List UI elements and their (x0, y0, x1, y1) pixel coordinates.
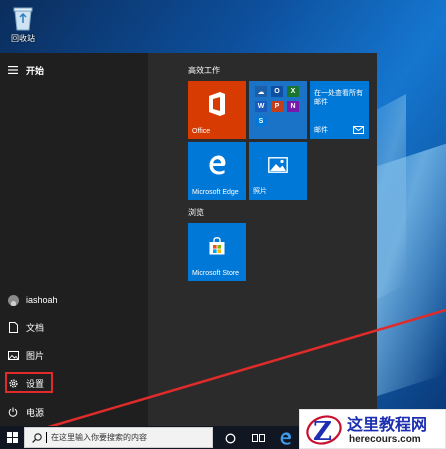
edge-logo-icon (209, 155, 226, 175)
task-view-icon (251, 434, 265, 442)
rail-item-power[interactable]: 电源 (0, 399, 148, 425)
tile-photos[interactable]: 照片 (249, 142, 307, 200)
tile-photos-label: 照片 (253, 188, 267, 195)
pictures-label: 图片 (26, 350, 45, 361)
rail-item-pictures[interactable]: 图片 (0, 342, 148, 368)
start-header-label: 开始 (26, 65, 45, 76)
power-label: 电源 (26, 407, 45, 418)
onedrive-icon: ☁ (255, 86, 267, 97)
mail-envelope-icon (353, 126, 364, 134)
tile-office-label: Office (192, 128, 211, 135)
tile-edge-label: Microsoft Edge (192, 189, 239, 196)
office-logo-icon (209, 92, 225, 116)
tile-store-label: Microsoft Store (192, 270, 240, 277)
settings-highlight-box (5, 372, 53, 393)
start-rail: 开始 iashoah 文档 图片 设置 电源 (0, 53, 148, 426)
photos-icon (268, 157, 288, 173)
group-label-browse: 浏览 (188, 208, 204, 217)
rail-item-user[interactable]: iashoah (0, 287, 148, 313)
cortana-button[interactable] (221, 429, 239, 447)
power-icon (0, 407, 26, 417)
word-icon: W (255, 101, 267, 112)
task-view-button[interactable] (249, 429, 267, 447)
svg-text:Z: Z (313, 417, 332, 446)
store-bag-icon (209, 237, 225, 255)
documents-label: 文档 (26, 322, 45, 333)
start-menu-expand-button[interactable]: 开始 (0, 57, 148, 83)
skype-icon: S (255, 116, 267, 127)
excel-icon: X (287, 86, 299, 97)
taskbar-edge-button[interactable] (276, 429, 294, 447)
onenote-icon: N (287, 101, 299, 112)
search-placeholder: 在这里输入你要搜索的内容 (51, 433, 147, 442)
user-name-label: iashoah (26, 295, 58, 305)
powerpoint-icon: P (271, 101, 283, 112)
watermark-title: 这里教程网 (347, 415, 428, 434)
watermark-url: herecours.com (349, 434, 421, 445)
start-button[interactable] (0, 426, 24, 449)
tile-office-apps-group[interactable]: ☁ O X W P N S (249, 81, 307, 139)
watermark-logo: Z (306, 415, 342, 446)
rail-item-documents[interactable]: 文档 (0, 314, 148, 340)
recycle-bin-icon (13, 7, 33, 31)
windows-logo-icon (6, 432, 18, 443)
tile-microsoft-edge[interactable]: Microsoft Edge (188, 142, 246, 200)
document-icon (0, 321, 26, 333)
picture-icon (0, 350, 26, 360)
tile-microsoft-store[interactable]: Microsoft Store (188, 223, 246, 281)
recycle-bin-label: 回收站 (11, 34, 35, 43)
tile-office[interactable]: Office (188, 81, 246, 139)
site-watermark: Z 这里教程网 herecours.com (299, 409, 446, 449)
mail-tile-headline: 在一处查看所有邮件 (314, 90, 363, 106)
tile-mail[interactable]: 在一处查看所有邮件 邮件 (310, 81, 369, 139)
text-caret (46, 432, 47, 443)
avatar (7, 294, 19, 306)
group-label-productivity: 高效工作 (188, 66, 220, 75)
hamburger-icon (0, 66, 26, 74)
recycle-bin-shortcut[interactable]: 回收站 (6, 4, 40, 44)
outlook-icon: O (271, 86, 283, 97)
taskbar-search-box[interactable]: 在这里输入你要搜索的内容 (24, 427, 213, 448)
search-icon (32, 432, 42, 443)
tile-mail-label: 邮件 (314, 127, 328, 134)
cortana-icon (225, 433, 235, 443)
start-menu: 开始 iashoah 文档 图片 设置 电源 高效工作 Office ☁ O X… (0, 53, 377, 426)
edge-icon (280, 431, 291, 445)
